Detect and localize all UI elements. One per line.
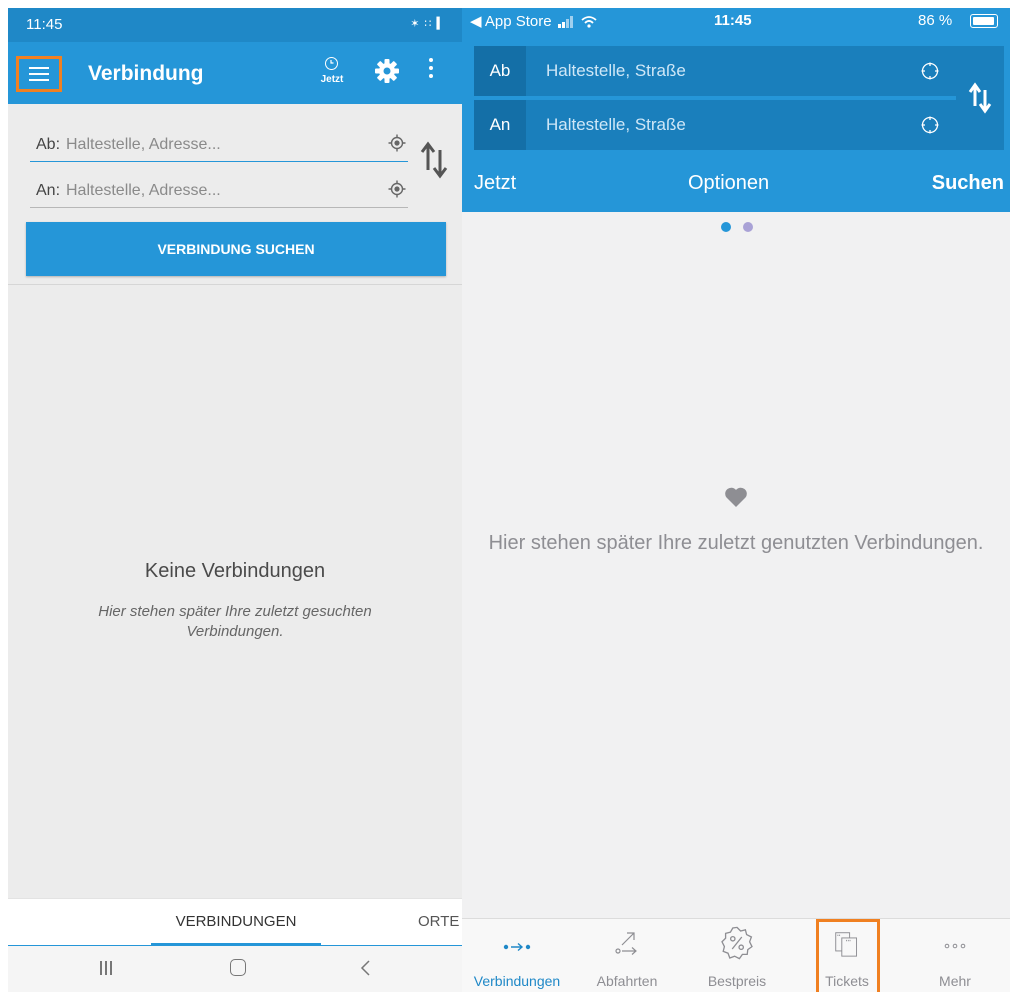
empty-state-title: Keine Verbindungen bbox=[144, 560, 326, 582]
to-prefix: An: bbox=[36, 182, 61, 199]
back-to-app-store[interactable]: ◀ App Store bbox=[470, 12, 552, 30]
android-tab-bar: VERBINDUNGEN ORTE bbox=[8, 898, 462, 946]
tab-more[interactable]: Mehr bbox=[900, 919, 1010, 992]
tab-label: Verbindungen bbox=[473, 973, 561, 989]
android-nav-bar bbox=[8, 946, 462, 992]
page-title: Verbindung bbox=[88, 62, 204, 85]
departures-icon bbox=[615, 932, 637, 955]
from-field[interactable]: Ab: Haltestelle, Adresse... bbox=[30, 128, 408, 162]
divider bbox=[8, 284, 462, 285]
swap-arrows-icon bbox=[420, 141, 448, 179]
tickets-highlight-box bbox=[816, 919, 880, 992]
search-connection-button[interactable]: VERBINDUNG SUCHEN bbox=[26, 222, 446, 276]
best-price-icon bbox=[721, 926, 753, 960]
ios-search-button[interactable]: Suchen bbox=[932, 172, 1004, 195]
android-search-form: Ab: Haltestelle, Adresse... An: Halteste… bbox=[8, 104, 462, 284]
home-button[interactable] bbox=[230, 959, 246, 976]
ios-to-field[interactable]: An Haltestelle, Straße bbox=[474, 100, 956, 150]
ios-to-prefix: An bbox=[474, 100, 526, 150]
ios-to-placeholder: Haltestelle, Straße bbox=[546, 115, 686, 134]
empty-state-subtitle: Hier stehen später Ihre zuletzt gesuchte… bbox=[98, 603, 372, 640]
ios-empty-state-text: Hier stehen später Ihre zuletzt genutzte… bbox=[488, 532, 984, 554]
tab-connections[interactable]: Verbindungen bbox=[462, 919, 572, 992]
hamburger-menu-button[interactable] bbox=[16, 56, 62, 92]
crosshair-icon[interactable] bbox=[920, 115, 940, 135]
tab-places[interactable]: ORTE bbox=[418, 913, 459, 930]
ios-tab-bar: Verbindungen Abfahrten Bestpreis Tickets… bbox=[462, 918, 1010, 992]
settings-button[interactable] bbox=[372, 56, 402, 86]
tab-label: Abfahrten bbox=[596, 973, 658, 989]
ios-screen: ◀ App Store 11:45 86 % Ab Haltestelle, S… bbox=[462, 8, 1010, 992]
crosshair-icon[interactable] bbox=[920, 61, 940, 81]
status-icons: ✶ ∷ ▍ bbox=[410, 18, 446, 30]
battery-icon bbox=[970, 14, 998, 28]
location-icon[interactable] bbox=[388, 134, 406, 152]
overflow-menu-button[interactable] bbox=[426, 58, 436, 82]
android-status-bar: 11:45 ✶ ∷ ▍ bbox=[8, 8, 462, 42]
ios-options-button[interactable]: Optionen bbox=[688, 172, 769, 195]
hamburger-icon bbox=[29, 67, 49, 69]
ios-header: ◀ App Store 11:45 86 % Ab Haltestelle, S… bbox=[462, 8, 1010, 212]
ios-from-field[interactable]: Ab Haltestelle, Straße bbox=[474, 46, 956, 96]
gear-icon bbox=[375, 59, 399, 83]
location-icon[interactable] bbox=[388, 180, 406, 198]
ios-from-prefix: Ab bbox=[474, 46, 526, 96]
tab-label: Bestpreis bbox=[707, 973, 767, 989]
from-placeholder: Haltestelle, Adresse... bbox=[66, 136, 221, 153]
heart-icon bbox=[725, 487, 747, 507]
android-toolbar: Verbindung Jetzt bbox=[8, 42, 462, 104]
time-now-label: Jetzt bbox=[320, 74, 344, 85]
tab-best-price[interactable]: Bestpreis bbox=[682, 919, 792, 992]
kebab-icon bbox=[429, 58, 433, 62]
back-icon[interactable] bbox=[358, 959, 372, 977]
tab-label: Mehr bbox=[939, 973, 971, 989]
android-screen: 11:45 ✶ ∷ ▍ Verbindung Jetzt Ab: Haltest… bbox=[8, 8, 462, 992]
from-prefix: Ab: bbox=[36, 136, 61, 153]
tab-departures[interactable]: Abfahrten bbox=[572, 919, 682, 992]
clock-icon bbox=[325, 57, 338, 70]
signal-wifi-icon bbox=[558, 16, 597, 28]
ios-status-time: 11:45 bbox=[714, 12, 752, 29]
page-indicator[interactable] bbox=[721, 222, 757, 234]
ios-swap-button[interactable] bbox=[956, 46, 1004, 150]
to-field[interactable]: An: Haltestelle, Adresse... bbox=[30, 174, 408, 208]
ios-now-button[interactable]: Jetzt bbox=[474, 172, 516, 195]
recent-apps-button[interactable] bbox=[100, 961, 112, 975]
time-now-button[interactable]: Jetzt bbox=[310, 54, 354, 94]
tab-connections[interactable]: VERBINDUNGEN bbox=[151, 913, 321, 930]
to-placeholder: Haltestelle, Adresse... bbox=[66, 182, 221, 199]
battery-percent: 86 % bbox=[918, 12, 953, 29]
swap-arrows-icon bbox=[968, 82, 992, 114]
more-icon bbox=[944, 943, 966, 949]
connections-icon bbox=[503, 942, 531, 952]
status-time: 11:45 bbox=[26, 16, 63, 33]
ios-from-placeholder: Haltestelle, Straße bbox=[546, 61, 686, 80]
swap-stations-button[interactable] bbox=[416, 138, 452, 182]
